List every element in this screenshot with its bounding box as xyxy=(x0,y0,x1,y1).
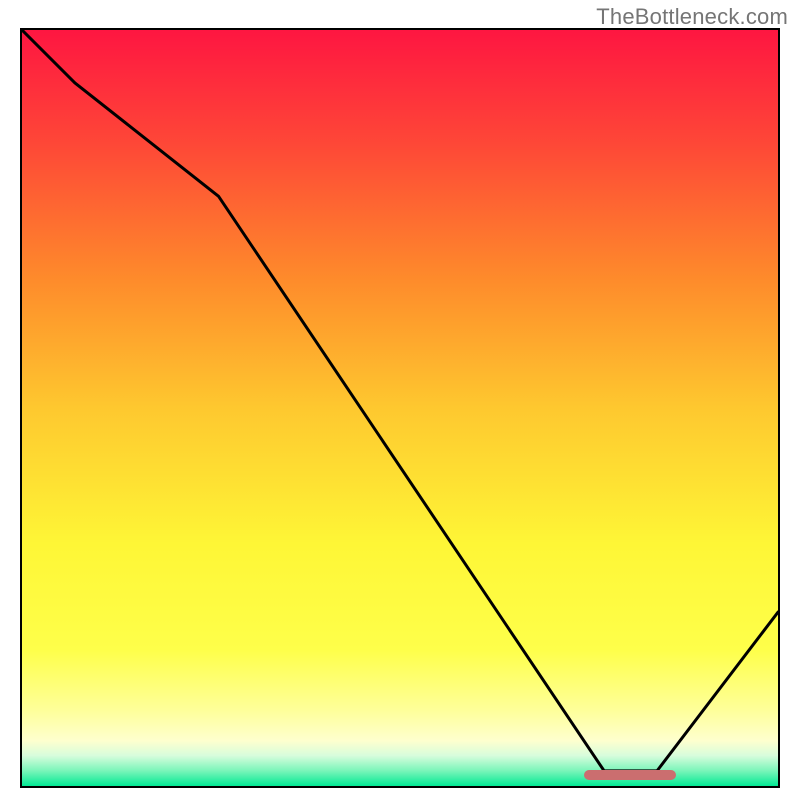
minimum-marker xyxy=(584,770,675,780)
chart-stage: TheBottleneck.com xyxy=(0,0,800,800)
attribution-text: TheBottleneck.com xyxy=(596,4,788,30)
plot-area xyxy=(20,28,780,788)
plot-svg xyxy=(22,30,778,786)
gradient-background xyxy=(22,30,778,786)
